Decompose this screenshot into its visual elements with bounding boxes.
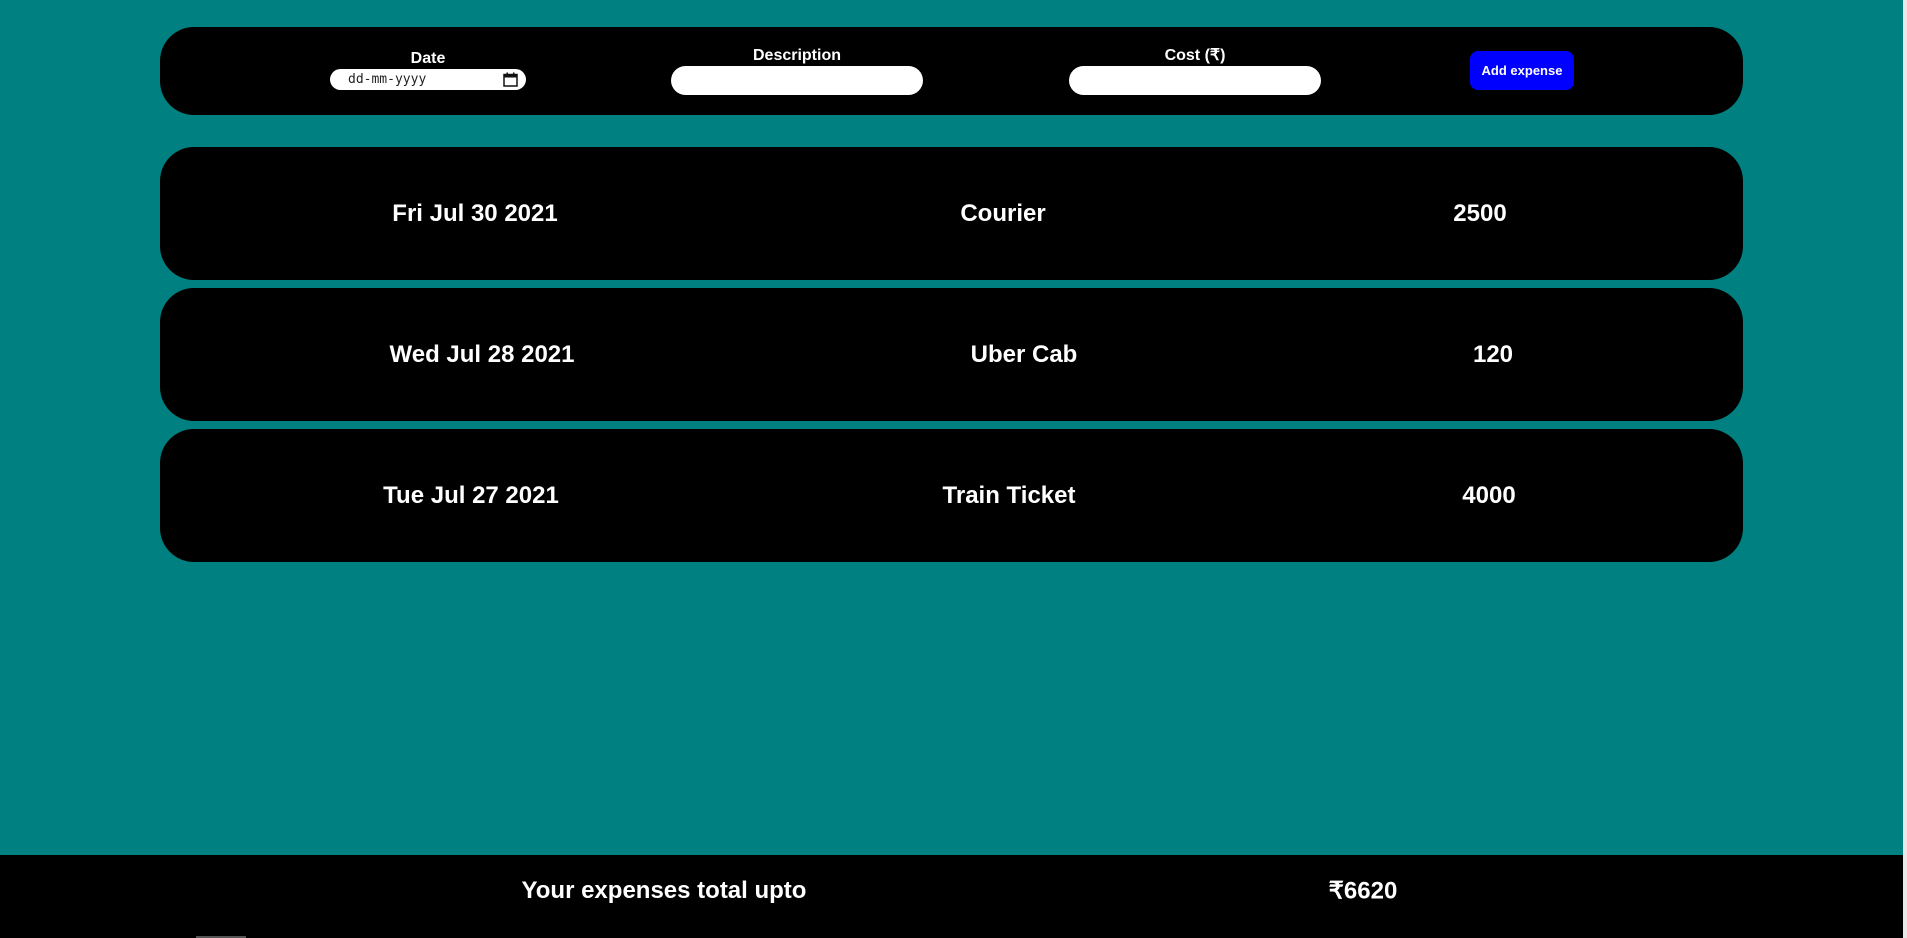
expense-cost: 2500	[1453, 199, 1507, 227]
description-input[interactable]	[671, 66, 923, 95]
cost-label: Cost (₹)	[1164, 47, 1226, 64]
expense-row: Wed Jul 28 2021 Uber Cab 120	[160, 288, 1743, 421]
total-label: Your expenses total upto	[521, 877, 807, 904]
date-input[interactable]: dd-mm-yyyy	[330, 69, 526, 90]
vertical-scrollbar[interactable]	[1903, 0, 1907, 938]
date-label: Date	[410, 50, 446, 67]
total-footer: Your expenses total upto ₹6620	[0, 855, 1903, 938]
expense-date: Tue Jul 27 2021	[383, 481, 559, 509]
description-field: Description	[671, 47, 923, 95]
total-value: ₹6620	[1328, 877, 1398, 905]
cost-field: Cost (₹)	[1069, 47, 1321, 95]
expense-cost: 120	[1472, 340, 1514, 368]
description-label: Description	[752, 47, 841, 64]
expense-tracker-page: Date dd-mm-yyyy Description Cost (₹) Add…	[0, 0, 1907, 938]
cost-input[interactable]	[1069, 66, 1321, 95]
expense-description: Uber Cab	[970, 340, 1078, 368]
calendar-icon[interactable]	[503, 72, 518, 87]
expense-cost: 4000	[1462, 481, 1516, 509]
add-expense-button[interactable]: Add expense	[1470, 51, 1574, 90]
expense-row: Fri Jul 30 2021 Courier 2500	[160, 147, 1743, 280]
date-placeholder: dd-mm-yyyy	[348, 72, 427, 87]
add-expense-form: Date dd-mm-yyyy Description Cost (₹) Add…	[160, 27, 1743, 115]
expense-description: Train Ticket	[942, 481, 1076, 509]
expense-date: Wed Jul 28 2021	[389, 340, 575, 368]
expense-description: Courier	[960, 199, 1046, 227]
expense-date: Fri Jul 30 2021	[392, 199, 558, 227]
date-field: Date dd-mm-yyyy	[330, 50, 526, 90]
expense-row: Tue Jul 27 2021 Train Ticket 4000	[160, 429, 1743, 562]
